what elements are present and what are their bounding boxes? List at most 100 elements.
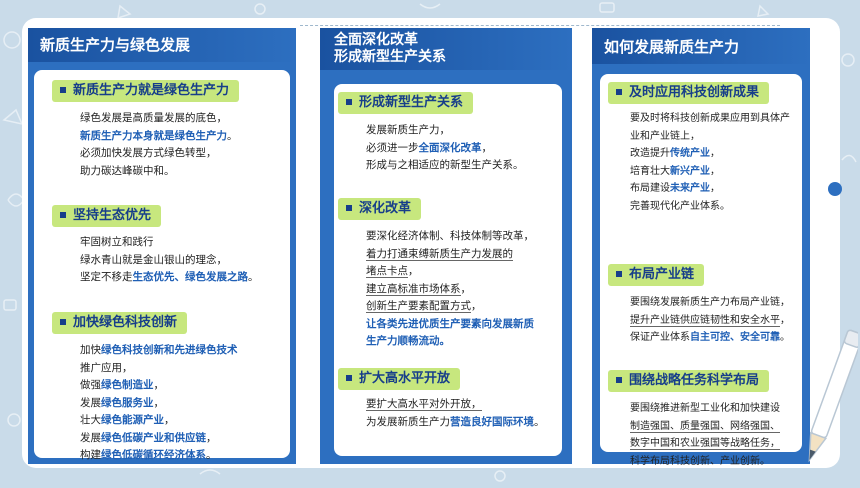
text-line: 着力打通束缚新质生产力发展的 bbox=[366, 246, 534, 264]
panel-card: 新质生产力就是绿色生产力 绿色发展是高质量发展的底色， 新质生产力本身就是绿色生产… bbox=[34, 70, 290, 461]
text-line: 必须进一步全面深化改革， bbox=[366, 140, 524, 158]
text-segment: 改造提升 bbox=[630, 148, 670, 159]
text-line: 生产力顺畅流动。 bbox=[366, 333, 534, 351]
text-segment: 发展 bbox=[80, 396, 101, 409]
text-segment: ， bbox=[710, 183, 720, 194]
text-segment: 要深化经济体制、科技体制等改革， bbox=[366, 230, 534, 242]
panel-title: 全面深化改革 形成新型生产关系 bbox=[320, 28, 572, 70]
dashed-divider bbox=[300, 25, 780, 26]
text-segment: ， bbox=[710, 165, 720, 177]
section-heading: 形成新型生产关系 bbox=[338, 92, 474, 114]
section-body: 加快绿色科技创新和先进绿色技术 推广应用， 做强绿色制造业， 发展绿色服务业， 壮大绿色… bbox=[80, 342, 238, 465]
text-segment: 。 bbox=[534, 415, 545, 428]
text-line: 形成与之相适应的新型生产关系。 bbox=[366, 157, 524, 175]
highlighted-text: 营造良好国际环境 bbox=[450, 415, 534, 428]
text-segment: 培育壮大 bbox=[630, 165, 670, 177]
bullet-square-icon bbox=[346, 374, 352, 381]
text-line: 布局建设未来产业， bbox=[630, 180, 790, 198]
text-segment: 必须进一步 bbox=[366, 141, 419, 154]
text-line: 加快绿色科技创新和先进绿色技术 bbox=[80, 342, 238, 360]
highlighted-text: 绿色低碳产业和供应链 bbox=[101, 431, 206, 444]
text-line: 数字中国和农业强国等战略任务， bbox=[630, 435, 780, 453]
panel-title: 如何发展新质生产力 bbox=[592, 28, 810, 64]
text-segment: 绿色发展是高质量发展的底色， bbox=[80, 112, 227, 124]
bullet-square-icon bbox=[346, 204, 352, 211]
section-heading: 围绕战略任务科学布局 bbox=[608, 370, 770, 392]
section-body: 要围绕发展新质生产力布局产业链， 提升产业链供应链韧性和安全水平， 保证产业体系自主… bbox=[630, 294, 790, 347]
bullet-square-icon bbox=[616, 270, 622, 277]
text-segment: 提升产业链供应链韧性和安全水平 bbox=[630, 314, 780, 327]
highlighted-text: 绿色服务业 bbox=[101, 396, 154, 409]
highlighted-text: 绿色能源产业 bbox=[101, 414, 164, 426]
text-line: 制造强国、质量强国、网络强国、 bbox=[630, 418, 780, 436]
text-line: 牢固树立和践行 bbox=[80, 234, 259, 252]
bullet-square-icon bbox=[616, 88, 622, 95]
section-body: 牢固树立和践行 绿水青山就是金山银山的理念， 坚定不移走生态优先、绿色发展之路。 bbox=[80, 234, 259, 287]
text-segment: 必须加快发展方式绿色转型， bbox=[80, 147, 217, 159]
highlighted-text: 未来产业 bbox=[670, 183, 710, 194]
highlighted-text: 让各类先进优质生产要素向发展新质 bbox=[366, 317, 534, 330]
decorative-dot bbox=[828, 182, 842, 196]
highlighted-text: 全面深化改革 bbox=[418, 141, 482, 154]
text-segment: 布局建设 bbox=[630, 183, 670, 194]
text-segment: 壮大 bbox=[80, 414, 101, 426]
bullet-square-icon bbox=[60, 86, 66, 93]
text-line: 做强绿色制造业， bbox=[80, 377, 238, 395]
text-segment: ， bbox=[408, 265, 419, 277]
text-segment: ， bbox=[471, 300, 482, 312]
section-body: 要及时将科技创新成果应用到具体产 业和产业链上， 改造提升传统产业， 培育壮大新兴产业… bbox=[630, 110, 790, 215]
text-segment: ， bbox=[710, 148, 720, 159]
highlighted-text: 传统产业 bbox=[670, 148, 710, 159]
text-line: 推广应用， bbox=[80, 360, 238, 378]
panel-card: 形成新型生产关系 发展新质生产力， 必须进一步全面深化改革， 形成与之相适应的新型生… bbox=[334, 84, 562, 456]
panel-green-development: 新质生产力与绿色发展 新质生产力就是绿色生产力 绿色发展是高质量发展的底色， 新质… bbox=[28, 28, 296, 464]
highlighted-text: 生产力顺畅流动。 bbox=[366, 335, 450, 347]
text-line: 改造提升传统产业， bbox=[630, 145, 790, 163]
text-segment: ， bbox=[460, 282, 472, 295]
text-segment: 科学布局科技创新、产业创新。 bbox=[630, 455, 770, 467]
text-segment: 要围绕发展新质生产力布局产业链， bbox=[630, 297, 790, 308]
text-line: 发展绿色服务业， bbox=[80, 395, 238, 413]
text-line: 必须加快发展方式绿色转型， bbox=[80, 145, 238, 163]
bullet-square-icon bbox=[346, 98, 352, 105]
text-line: 新质生产力本身就是绿色生产力。 bbox=[80, 128, 238, 146]
section-body: 绿色发展是高质量发展的底色， 新质生产力本身就是绿色生产力。 必须加快发展方式绿色转… bbox=[80, 110, 238, 180]
text-segment: 加快 bbox=[80, 344, 101, 356]
text-line: 壮大绿色能源产业， bbox=[80, 412, 238, 430]
text-segment: ， bbox=[153, 396, 165, 409]
text-line: 保证产业体系自主可控、安全可靠。 bbox=[630, 329, 790, 347]
text-line: 绿水青山就是金山银山的理念， bbox=[80, 252, 259, 270]
text-line: 让各类先进优质生产要素向发展新质 bbox=[366, 316, 534, 334]
text-segment: 要围绕推进新型工业化和加快建设 bbox=[630, 403, 780, 414]
highlighted-text: 绿色低碳循环经济体系 bbox=[101, 449, 206, 461]
text-line: 业和产业链上， bbox=[630, 128, 790, 146]
text-line: 构建绿色低碳循环经济体系。 bbox=[80, 447, 238, 465]
text-segment: 创新生产要素配置方式 bbox=[366, 300, 471, 313]
highlighted-text: 新质生产力本身就是绿色生产力 bbox=[80, 129, 227, 142]
text-line: 要围绕推进新型工业化和加快建设 bbox=[630, 400, 780, 418]
section-heading: 深化改革 bbox=[338, 198, 422, 220]
section-body: 要扩大高水平对外开放， 为发展新质生产力营造良好国际环境。 bbox=[366, 396, 545, 431]
text-segment: 堵点卡点 bbox=[366, 265, 408, 278]
text-segment: 要扩大高水平对外开放， bbox=[366, 398, 482, 411]
text-line: 提升产业链供应链韧性和安全水平， bbox=[630, 312, 790, 330]
pencil-icon bbox=[806, 318, 860, 478]
section-heading: 新质生产力就是绿色生产力 bbox=[52, 80, 240, 102]
text-segment: ， bbox=[206, 431, 217, 444]
text-line: 坚定不移走生态优先、绿色发展之路。 bbox=[80, 269, 259, 287]
section-heading: 扩大高水平开放 bbox=[338, 368, 461, 390]
text-segment: ， bbox=[153, 379, 165, 391]
bullet-square-icon bbox=[616, 376, 622, 383]
section-heading: 布局产业链 bbox=[608, 264, 705, 286]
text-segment: 要及时将科技创新成果应用到具体产 bbox=[630, 113, 790, 124]
text-segment: ， bbox=[780, 314, 790, 326]
text-segment: 做强 bbox=[80, 379, 101, 391]
highlighted-text: 自主可控、安全可靠 bbox=[690, 332, 780, 343]
text-line: 发展新质生产力， bbox=[366, 122, 524, 140]
highlighted-text: 新兴产业 bbox=[670, 165, 710, 177]
text-segment: 推广应用， bbox=[80, 361, 133, 374]
section-heading: 坚持生态优先 bbox=[52, 205, 162, 227]
text-segment: 构建 bbox=[80, 449, 101, 461]
text-segment: 为发展新质生产力 bbox=[366, 415, 450, 428]
section-heading: 及时应用科技创新成果 bbox=[608, 82, 770, 104]
